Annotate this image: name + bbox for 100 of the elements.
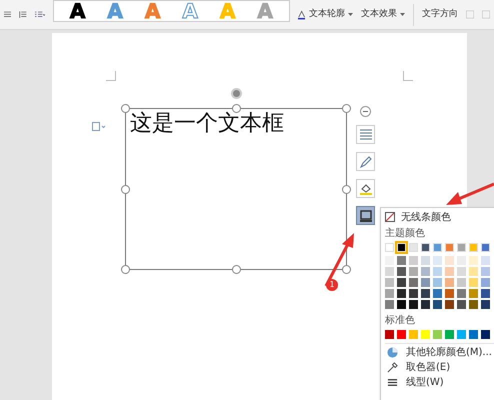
color-swatch[interactable] [397,330,406,339]
color-swatch[interactable] [469,278,478,287]
resize-handle[interactable] [232,104,241,113]
color-swatch[interactable] [445,243,454,252]
menu-item[interactable]: 其他轮廓颜色(M)... [385,346,494,359]
collapse-button[interactable] [360,106,371,117]
color-swatch[interactable] [397,267,406,276]
color-swatch[interactable] [433,289,442,298]
color-swatch[interactable] [433,300,442,309]
resize-handle[interactable] [121,185,130,194]
color-swatch[interactable] [469,243,478,252]
color-swatch[interactable] [421,330,430,339]
box-icon[interactable] [482,9,490,20]
color-swatch[interactable] [397,243,406,252]
color-swatch[interactable] [397,256,406,265]
color-swatch[interactable] [433,243,442,252]
margin-mark [403,71,413,81]
text-effects-button[interactable]: 文本效果 [361,8,406,22]
color-swatch[interactable] [397,300,406,309]
color-swatch[interactable] [457,300,466,309]
color-swatch[interactable] [481,267,490,276]
color-swatch[interactable] [445,267,454,276]
color-swatch[interactable] [445,289,454,298]
color-swatch[interactable] [481,256,490,265]
text-box-content: 这是一个文本框 [130,111,284,136]
color-swatch[interactable] [469,256,478,265]
color-swatch[interactable] [409,256,418,265]
color-swatch[interactable] [445,300,454,309]
color-wheel-icon [387,347,398,358]
color-swatch[interactable] [469,267,478,276]
color-swatch[interactable] [433,256,442,265]
color-swatch[interactable] [481,243,490,252]
shape-tool-button[interactable] [356,179,375,198]
color-swatch[interactable] [385,278,394,287]
color-swatch[interactable] [409,289,418,298]
text-wrap-icon [358,128,372,142]
no-line-icon [385,212,395,222]
rotate-handle[interactable] [231,88,242,99]
color-swatch[interactable] [385,300,394,309]
section-label: 主题颜色 [385,226,426,241]
color-swatch[interactable] [409,300,418,309]
color-swatch[interactable] [397,278,406,287]
color-swatch[interactable] [409,330,418,339]
box-icon[interactable] [466,9,474,20]
shape-outline-icon [358,208,372,222]
pen-icon [358,154,372,168]
color-swatch[interactable] [469,330,478,339]
shape-tool-button[interactable] [356,152,375,171]
color-swatch[interactable] [409,278,418,287]
menu-item[interactable]: 无线条颜色 [385,210,494,224]
color-swatch[interactable] [445,278,454,287]
caret-icon [348,13,354,16]
text-style-option[interactable]: A [70,0,86,20]
text-direction-button[interactable]: 文字方向 [422,8,458,22]
color-swatch[interactable] [421,256,430,265]
resize-handle[interactable] [342,265,351,274]
resize-handle[interactable] [342,185,351,194]
color-swatch[interactable] [433,330,442,339]
color-swatch[interactable] [457,243,466,252]
layout-options-icon[interactable] [92,122,106,131]
resize-handle[interactable] [232,265,241,274]
color-swatch[interactable] [445,330,454,339]
line-spacing-icon[interactable] [19,10,27,20]
color-swatch[interactable] [469,300,478,309]
list-icon[interactable] [34,10,45,20]
color-swatch[interactable] [481,289,490,298]
color-swatch[interactable] [457,278,466,287]
color-swatch[interactable] [445,256,454,265]
resize-handle[interactable] [121,265,130,274]
align-icon[interactable] [4,10,12,20]
menu-item-label: 取色器(E) [406,361,450,375]
color-swatch[interactable] [421,289,430,298]
color-swatch[interactable] [397,289,406,298]
color-swatch[interactable] [481,278,490,287]
color-swatch[interactable] [457,330,466,339]
color-swatch[interactable] [421,278,430,287]
text-outline-icon[interactable] [298,8,306,20]
text-outline-button[interactable]: 文本轮廓 [309,8,354,22]
shape-tool-button[interactable] [356,206,375,225]
color-swatch[interactable] [421,243,430,252]
color-swatch[interactable] [385,267,394,276]
menu-item[interactable]: 取色器(E) [385,361,494,374]
color-swatch[interactable] [385,330,394,339]
color-swatch[interactable] [421,300,430,309]
color-swatch[interactable] [385,243,394,252]
color-swatch[interactable] [385,289,394,298]
color-swatch[interactable] [457,289,466,298]
color-swatch[interactable] [409,267,418,276]
menu-item[interactable]: 线型(W) [385,376,494,389]
color-swatch[interactable] [481,300,490,309]
color-swatch[interactable] [481,330,490,339]
resize-handle[interactable] [121,104,130,113]
color-swatch[interactable] [433,278,442,287]
color-swatch[interactable] [457,267,466,276]
color-swatch[interactable] [421,267,430,276]
shape-tool-button[interactable] [356,125,375,144]
color-swatch[interactable] [433,267,442,276]
resize-handle[interactable] [342,104,351,113]
color-swatch[interactable] [469,289,478,298]
color-swatch[interactable] [409,243,418,252]
